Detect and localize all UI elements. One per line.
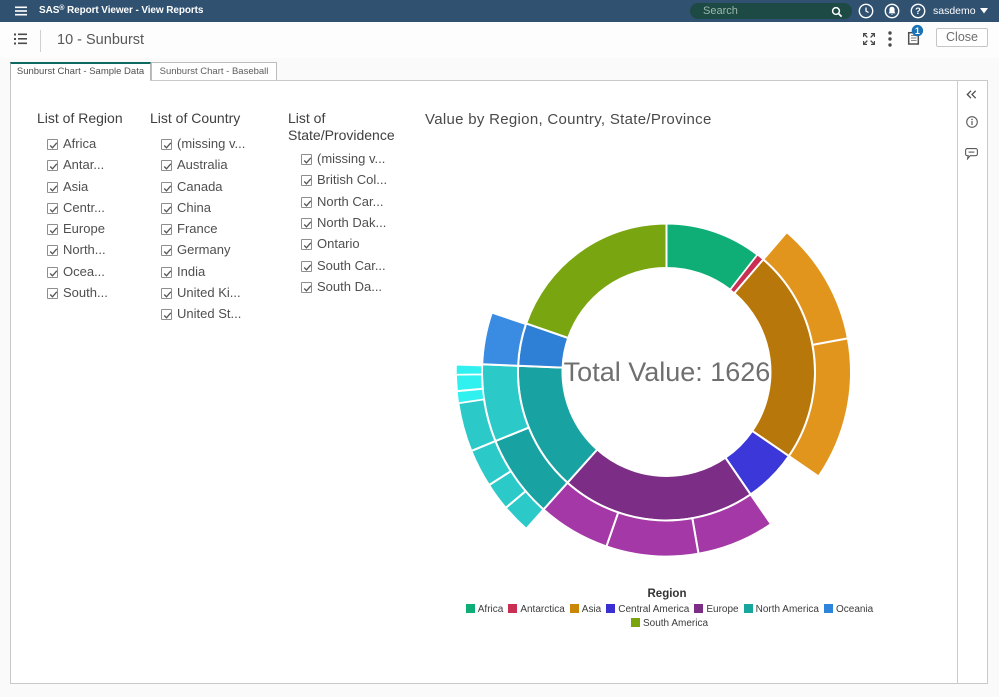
svg-text:1: 1: [915, 26, 920, 36]
svg-text:?: ?: [915, 6, 921, 17]
